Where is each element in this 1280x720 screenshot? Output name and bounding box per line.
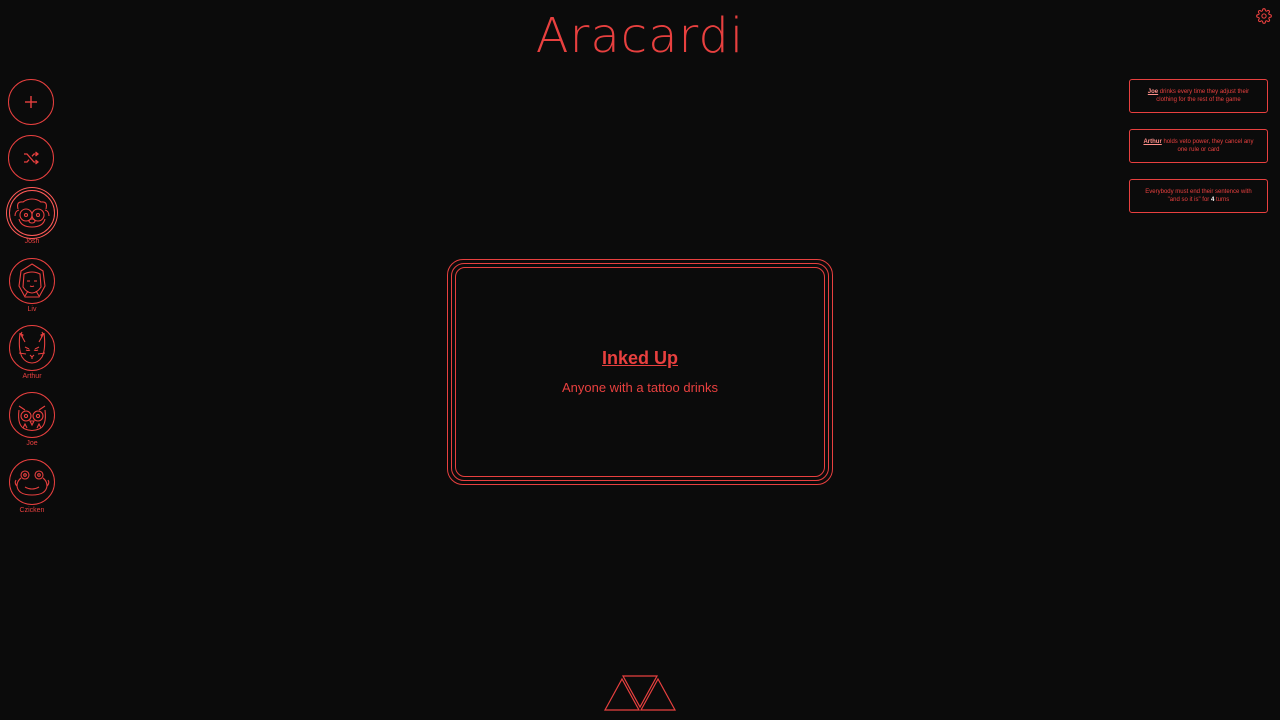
rule-player: Arthur xyxy=(1143,139,1162,145)
avatar[interactable] xyxy=(9,190,55,236)
card-text: Anyone with a tattoo drinks xyxy=(561,380,719,395)
gear-icon[interactable] xyxy=(1256,8,1272,24)
rule-text: Everybody must end their sentence with "… xyxy=(1140,188,1257,204)
player-liv[interactable]: Liv xyxy=(8,258,56,313)
player-name: Joe xyxy=(26,440,38,447)
player-name: Josh xyxy=(24,238,40,245)
shuffle-icon xyxy=(24,151,39,165)
add-player-button[interactable] xyxy=(8,79,54,125)
rule-description-end: turns xyxy=(1214,197,1230,203)
rule-card[interactable]: Joe drinks every time they adjust their … xyxy=(1129,79,1268,113)
avatar[interactable] xyxy=(9,325,55,371)
cat-face-icon xyxy=(18,331,46,364)
player-joe[interactable]: Joe xyxy=(8,392,56,447)
avatar[interactable] xyxy=(9,392,55,438)
card-innermost-border xyxy=(455,267,825,477)
avatar[interactable] xyxy=(9,459,55,505)
rule-card[interactable]: Arthur holds veto power, they cancel any… xyxy=(1129,129,1268,163)
app-title: Aracardi xyxy=(535,8,745,64)
rule-player: Joe xyxy=(1147,89,1159,95)
frog-face-icon xyxy=(14,470,50,496)
rule-text: Joe drinks every time they adjust their … xyxy=(1140,88,1257,104)
player-arthur[interactable]: Arthur xyxy=(8,325,56,380)
player-name: Liv xyxy=(27,306,37,313)
player-name: Arthur xyxy=(22,373,42,380)
owl-face-icon xyxy=(18,405,46,432)
card-title: Inked Up xyxy=(601,348,678,368)
hooded-face-icon xyxy=(18,263,46,298)
player-name: Czicken xyxy=(19,507,45,514)
rule-description: Everybody must end their sentence with "… xyxy=(1145,189,1252,203)
triangles-logo-icon[interactable] xyxy=(603,674,677,712)
player-josh[interactable]: Josh xyxy=(8,190,56,245)
current-card[interactable]: Inked Up Anyone with a tattoo drinks xyxy=(447,259,833,485)
player-czicken[interactable]: Czicken xyxy=(8,459,56,514)
shuffle-button[interactable] xyxy=(8,135,54,181)
dog-face-icon xyxy=(14,198,50,228)
rule-text: Arthur holds veto power, they cancel any… xyxy=(1140,138,1257,154)
rule-description: drinks every time they adjust their clot… xyxy=(1156,89,1250,103)
avatar[interactable] xyxy=(9,258,55,304)
app-root: Aracardi Josh Liv Arthur Joe Czicken Joe… xyxy=(0,0,1280,720)
rule-card[interactable]: Everybody must end their sentence with "… xyxy=(1129,179,1268,213)
plus-icon xyxy=(25,96,37,108)
rule-description: holds veto power, they cancel any one ru… xyxy=(1161,139,1254,153)
